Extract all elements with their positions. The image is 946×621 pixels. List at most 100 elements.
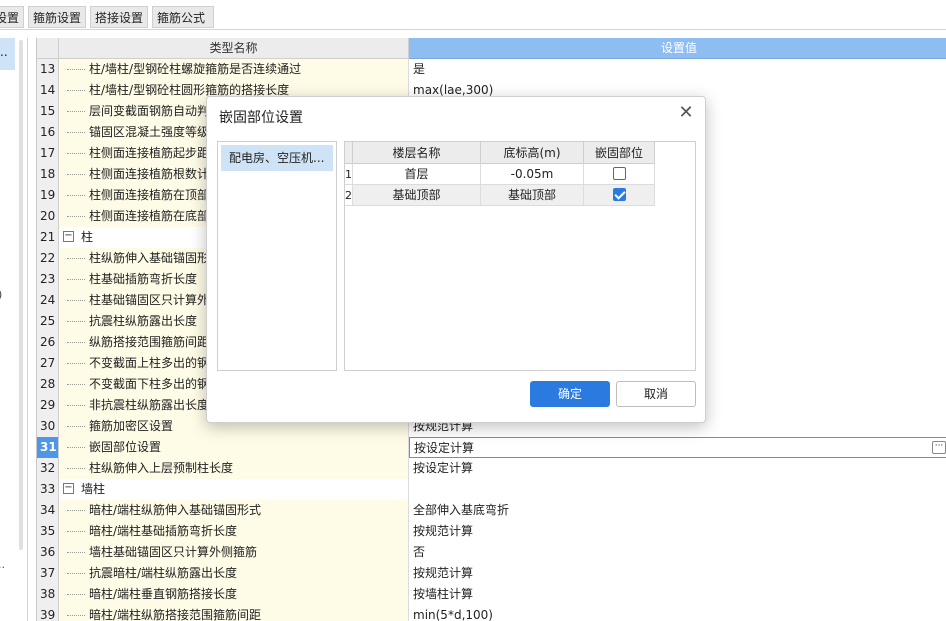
floor-embedded-cell (584, 185, 655, 206)
left-panel-selected-item[interactable]: .. (0, 38, 15, 70)
row-value-cell[interactable]: 按墙柱计算 (409, 584, 946, 605)
tree-line (67, 615, 85, 616)
checkbox-checked[interactable] (612, 188, 626, 201)
row-name-cell[interactable]: 暗柱/端柱垂直钢筋搭接长度 (59, 584, 409, 605)
tree-line (67, 111, 85, 112)
tree-line (67, 132, 85, 133)
grid-row[interactable]: 34 暗柱/端柱纵筋伸入基础锚固形式 全部伸入基底弯折 (37, 500, 946, 521)
row-value-cell[interactable]: 是 (409, 59, 946, 80)
left-panel-scrollbar[interactable] (19, 40, 23, 550)
tree-line (67, 321, 85, 322)
row-name-cell[interactable]: 嵌固部位设置 (59, 437, 409, 458)
row-value-text: max(lae,300) (413, 83, 494, 97)
grid-header-value: 设置值 (409, 38, 946, 59)
row-value-cell[interactable]: min(5*d,100) (409, 605, 946, 621)
row-name-cell[interactable]: 墙柱基础锚固区只计算外侧箍筋 (59, 542, 409, 563)
floor-elevation-cell: 基础顶部 (481, 185, 584, 206)
tab-stirrup-formula[interactable]: 箍筋公式 (152, 6, 214, 28)
tree-line (67, 342, 85, 343)
row-index: 30 (37, 416, 59, 437)
row-name-text: 抗震柱纵筋露出长度 (89, 314, 198, 328)
left-panel: .. ) .. (0, 38, 28, 621)
close-icon[interactable]: ✕ (677, 104, 695, 123)
row-index: 20 (37, 206, 59, 227)
row-value-cell[interactable]: 否 (409, 542, 946, 563)
grid-row[interactable]: 32 柱纵筋伸入上层预制柱长度 按设定计算 (37, 458, 946, 479)
row-value-text: 否 (413, 545, 426, 559)
row-name-cell[interactable]: 抗震暗柱/端柱纵筋露出长度 (59, 563, 409, 584)
row-value-cell[interactable]: 按设定计算 (409, 458, 946, 479)
checkbox-unchecked[interactable] (612, 167, 626, 180)
row-index: 37 (37, 563, 59, 584)
row-index: 35 (37, 521, 59, 542)
row-index: 27 (37, 353, 59, 374)
row-name-cell[interactable]: 柱纵筋伸入上层预制柱长度 (59, 458, 409, 479)
tab-settings[interactable]: 设置 (0, 6, 24, 28)
floor-table-header-embedded: 嵌固部位 (584, 142, 655, 164)
row-value-cell[interactable]: 按规范计算 (409, 521, 946, 542)
row-name-text: 锚固区混凝土强度等级 (89, 125, 210, 139)
tree-line (67, 447, 85, 448)
row-value-cell[interactable]: 全部伸入基底弯折 (409, 500, 946, 521)
grid-header-name: 类型名称 (59, 38, 409, 59)
row-value-text: min(5*d,100) (413, 608, 493, 621)
row-name-text: 柱基础锚固区只计算外 (89, 293, 210, 307)
floor-table-header-elevation: 底标高(m) (481, 142, 584, 164)
row-index: 32 (37, 458, 59, 479)
row-index: 22 (37, 248, 59, 269)
grid-row[interactable]: 36 墙柱基础锚固区只计算外侧箍筋 否 (37, 542, 946, 563)
tree-line (67, 363, 85, 364)
row-name-text: 柱 (81, 230, 94, 244)
tree-line (67, 216, 85, 217)
row-name-text: 暗柱/端柱纵筋伸入基础锚固形式 (89, 503, 262, 517)
tab-stirrup-settings[interactable]: 箍筋设置 (28, 6, 86, 28)
grid-row[interactable]: 31 嵌固部位设置 按设定计算 ··· (37, 437, 946, 458)
floor-name-cell: 基础顶部 (353, 185, 481, 206)
row-name-text: 纵筋搭接范围箍筋间距 (89, 335, 210, 349)
collapse-icon[interactable]: − (63, 483, 74, 494)
grid-row[interactable]: 35 暗柱/端柱基础插筋弯折长度 按规范计算 (37, 521, 946, 542)
grid-group-row[interactable]: 33− 墙柱 (37, 479, 946, 500)
row-value-text: 全部伸入基底弯折 (413, 503, 510, 517)
ellipsis-icon[interactable]: ··· (932, 441, 946, 454)
grid-row[interactable]: 38 暗柱/端柱垂直钢筋搭接长度 按墙柱计算 (37, 584, 946, 605)
row-name-text: 墙柱 (81, 482, 106, 496)
row-index: 17 (37, 143, 59, 164)
row-name-cell[interactable]: 暗柱/端柱基础插筋弯折长度 (59, 521, 409, 542)
floor-table-row[interactable]: 2 基础顶部 基础顶部 (345, 185, 655, 206)
row-name-cell[interactable]: − 墙柱 (59, 479, 409, 500)
row-name-text: 层间变截面钢筋自动判 (89, 104, 210, 118)
cancel-button[interactable]: 取消 (616, 381, 696, 407)
row-index: 31 (37, 437, 59, 458)
grid-row[interactable]: 39 暗柱/端柱纵筋搭接范围箍筋间距 min(5*d,100) (37, 605, 946, 621)
grid-row[interactable]: 37 抗震暗柱/端柱纵筋露出长度 按规范计算 (37, 563, 946, 584)
row-name-cell[interactable]: 暗柱/端柱纵筋伸入基础锚固形式 (59, 500, 409, 521)
row-index: 39 (37, 605, 59, 621)
floor-row-index: 1 (345, 164, 353, 185)
row-name-text: 柱基础插筋弯折长度 (89, 272, 198, 286)
tree-line (67, 426, 85, 427)
grid-row[interactable]: 13 柱/墙柱/型钢砼柱螺旋箍筋是否连续通过 是 (37, 59, 946, 80)
tab-lap-settings[interactable]: 搭接设置 (90, 6, 148, 28)
tree-line (67, 468, 85, 469)
row-name-text: 柱/墙柱/型钢砼柱圆形箍筋的搭接长度 (89, 83, 290, 97)
row-value-cell[interactable] (409, 479, 946, 500)
row-value-text: 按墙柱计算 (413, 587, 474, 601)
row-name-text: 柱侧面连接植筋在顶部 (89, 188, 210, 202)
row-value-cell[interactable]: 按设定计算 ··· (409, 437, 946, 458)
row-index: 14 (37, 80, 59, 101)
dialog-list-item[interactable]: 配电房、空压机... (221, 145, 333, 171)
row-name-cell[interactable]: 柱/墙柱/型钢砼柱螺旋箍筋是否连续通过 (59, 59, 409, 80)
tree-line (67, 552, 85, 553)
ok-button[interactable]: 确定 (530, 381, 610, 407)
collapse-icon[interactable]: − (63, 231, 74, 242)
row-index: 26 (37, 332, 59, 353)
floor-row-index: 2 (345, 185, 353, 206)
row-index: 18 (37, 164, 59, 185)
row-index: 13 (37, 59, 59, 80)
grid-header-index (37, 38, 59, 59)
row-value-cell[interactable]: 按规范计算 (409, 563, 946, 584)
floor-table-header-index (345, 142, 353, 164)
row-name-cell[interactable]: 暗柱/端柱纵筋搭接范围箍筋间距 (59, 605, 409, 621)
floor-table-row[interactable]: 1 首层 -0.05m (345, 164, 655, 185)
